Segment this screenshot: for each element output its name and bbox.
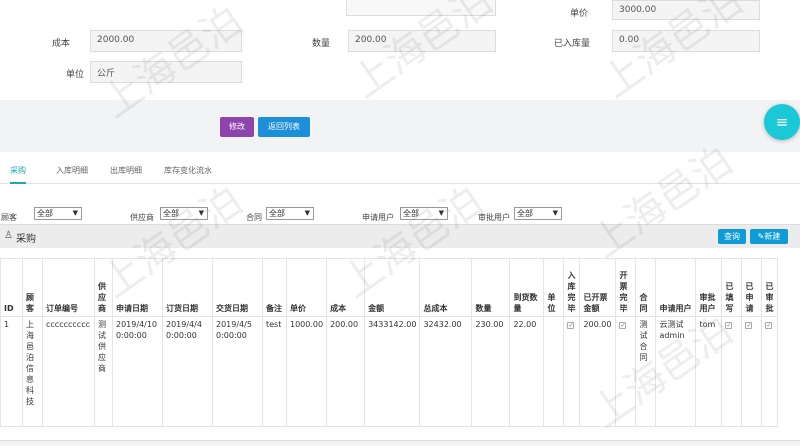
caret-down-icon: ▼ [552, 209, 558, 217]
purchase-panel-header: ♙ 采购 查询 ✎新建 [0, 224, 800, 248]
purchase-table: ID 顾客 订单编号 供应商 申请日期 订货日期 交货日期 备注 单价 成本 金额 总成本 数量 到货数量… [0, 258, 779, 427]
table-cell: 2019/4/4 0:00:00 [162, 316, 213, 427]
column-header[interactable]: 入库完毕 [563, 258, 581, 317]
column-header[interactable]: 供应商 [94, 258, 113, 317]
applicant-filter-label: 申请用户 [362, 213, 394, 222]
column-header[interactable]: 总成本 [419, 258, 473, 317]
panel-title: 采购 [16, 234, 36, 245]
quantity-label: 数量 [312, 39, 331, 49]
table-cell: 32432.00 [419, 316, 473, 427]
caret-down-icon: ▼ [72, 209, 78, 217]
table-header-row: ID 顾客 订单编号 供应商 申请日期 订货日期 交货日期 备注 单价 成本 金额 总成本 数量 到货数量… [0, 258, 779, 317]
column-header[interactable]: 成本 [326, 258, 366, 317]
table-cell [543, 316, 565, 427]
checkbox-icon: ✓ [745, 322, 753, 329]
table-cell: ✓ [761, 316, 779, 427]
column-header[interactable]: 已开票金额 [579, 258, 617, 317]
table-cell: 230.00 [471, 316, 511, 427]
quantity-field[interactable]: 200.00 [348, 30, 496, 52]
tab-outbound-detail[interactable]: 出库明细 [110, 165, 142, 184]
customer-filter-select[interactable]: 全部 ▼ [34, 207, 82, 220]
column-header[interactable]: 已填写 [721, 258, 743, 317]
supplier-filter-label: 供应商 [130, 213, 154, 222]
column-header[interactable]: 到货数量 [509, 258, 545, 317]
approver-filter-select[interactable]: 全部 ▼ [514, 207, 562, 220]
query-button[interactable]: 查询 [718, 229, 746, 244]
column-header[interactable]: 单价 [285, 258, 328, 317]
column-header[interactable]: 审批用户 [695, 258, 723, 317]
table-cell: 2019/4/5 0:00:00 [212, 316, 263, 427]
user-icon: ♙ [4, 230, 13, 241]
table-cell: 上海邑泊信息科技 [22, 316, 43, 427]
checkbox-icon: ✓ [567, 322, 575, 329]
table-cell: 云测试admin [655, 316, 697, 427]
column-header[interactable]: 订单编号 [42, 258, 95, 317]
bottom-edge [0, 440, 800, 446]
contract-filter-label: 合同 [246, 213, 262, 222]
cost-field[interactable]: 2000.00 [90, 30, 242, 52]
cost-label: 成本 [52, 39, 71, 49]
tab-bar: 采购 入库明细 出库明细 库存变化流水 [0, 162, 800, 184]
column-header[interactable]: 订货日期 [162, 258, 213, 317]
table-cell: cccccccccc [42, 316, 95, 427]
column-header[interactable]: 开票完毕 [615, 258, 637, 317]
table-row[interactable]: 1 上海邑泊信息科技 cccccccccc 测试供应商 2019/4/10 0:00:0… [0, 316, 779, 427]
table-cell: 测试供应商 [94, 316, 113, 427]
column-header[interactable]: 申请日期 [112, 258, 163, 317]
table-cell: ✓ [563, 316, 581, 427]
caret-down-icon: ▼ [438, 209, 444, 217]
column-header[interactable]: 顾客 [22, 258, 43, 317]
table-cell: 1000.00 [285, 316, 328, 427]
edit-button[interactable]: 修改 [220, 117, 254, 137]
approver-filter-label: 审批用户 [478, 213, 510, 222]
tab-purchase[interactable]: 采购 [10, 165, 26, 184]
unit-label: 单位 [66, 70, 85, 80]
menu-icon: ≡ [775, 113, 789, 131]
tab-stock-flow[interactable]: 库存变化流水 [164, 165, 212, 184]
stocked-field[interactable]: 0.00 [612, 30, 760, 52]
tab-inbound-detail[interactable]: 入库明细 [56, 165, 88, 184]
table-cell: 1 [0, 316, 23, 427]
column-header[interactable]: 合同 [635, 258, 657, 317]
applicant-filter-select[interactable]: 全部 ▼ [400, 207, 448, 220]
unit-price-label: 单价 [570, 9, 589, 19]
table-cell: 2019/4/10 0:00:00 [112, 316, 163, 427]
action-bar [0, 100, 800, 152]
table-cell: test [262, 316, 287, 427]
column-header[interactable]: 单位 [543, 258, 565, 317]
watermark-2: 上海邑泊 [343, 0, 502, 108]
column-header[interactable]: 已申请 [741, 258, 763, 317]
unit-field[interactable]: 公斤 [90, 61, 242, 83]
unit-price-field[interactable]: 3000.00 [612, 0, 760, 20]
checkbox-icon: ✓ [619, 322, 627, 329]
table-cell: ✓ [615, 316, 637, 427]
checkbox-icon: ✓ [765, 322, 773, 329]
column-header[interactable]: 备注 [262, 258, 287, 317]
table-cell: 测试合同 [635, 316, 657, 427]
menu-fab[interactable]: ≡ [764, 104, 800, 140]
table-cell: 22.00 [509, 316, 545, 427]
add-button[interactable]: ✎新建 [750, 229, 788, 244]
back-to-list-button[interactable]: 返回列表 [258, 117, 310, 137]
table-cell: ✓ [741, 316, 763, 427]
table-cell: 3433142.00 [364, 316, 421, 427]
column-header[interactable]: 交货日期 [212, 258, 263, 317]
table-cell: tom [695, 316, 723, 427]
column-header[interactable]: 数量 [471, 258, 511, 317]
supplier-filter-select[interactable]: 全部 ▼ [160, 207, 208, 220]
column-header[interactable]: 金额 [364, 258, 421, 317]
table-cell: 200.00 [326, 316, 366, 427]
column-header[interactable]: 申请用户 [655, 258, 697, 317]
caret-down-icon: ▼ [198, 209, 204, 217]
customer-filter-label: 顾客 [1, 213, 17, 222]
contract-filter-select[interactable]: 全部 ▼ [266, 207, 314, 220]
column-header[interactable]: ID [0, 258, 23, 317]
caret-down-icon: ▼ [304, 209, 310, 217]
table-cell: 200.00 [579, 316, 617, 427]
checkbox-icon: ✓ [725, 322, 733, 329]
top-field-left[interactable] [346, 0, 496, 16]
stocked-label: 已入库量 [554, 39, 591, 49]
column-header[interactable]: 已审批 [761, 258, 779, 317]
table-cell: ✓ [721, 316, 743, 427]
